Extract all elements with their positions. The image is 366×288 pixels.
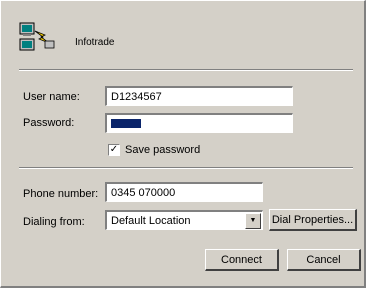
chevron-down-icon[interactable]: ▼ (245, 213, 261, 229)
dial-up-connect-dialog: Infotrade User name: D1234567 Password: … (0, 0, 366, 288)
username-label: User name: (23, 91, 80, 103)
save-password-label: Save password (125, 144, 201, 156)
connection-name: Infotrade (75, 37, 115, 48)
check-icon: ✓ (109, 144, 119, 155)
cancel-button[interactable]: Cancel (287, 249, 361, 271)
password-input[interactable] (105, 113, 293, 133)
dialing-from-label: Dialing from: (23, 216, 85, 228)
dialup-connection-icon (17, 21, 57, 53)
dialing-from-value: Default Location (111, 215, 191, 227)
separator-middle (19, 167, 353, 169)
connect-button[interactable]: Connect (205, 249, 279, 271)
password-label: Password: (23, 117, 75, 129)
phone-input[interactable]: 0345 070000 (105, 182, 263, 202)
dialing-from-select[interactable]: Default Location ▼ (105, 210, 263, 230)
username-input[interactable]: D1234567 (105, 86, 293, 106)
phone-label: Phone number: (23, 188, 99, 200)
separator-top (19, 69, 353, 71)
save-password-checkbox[interactable]: ✓ (108, 144, 120, 156)
password-mask (111, 119, 141, 128)
dial-properties-button[interactable]: Dial Properties... (269, 209, 357, 231)
